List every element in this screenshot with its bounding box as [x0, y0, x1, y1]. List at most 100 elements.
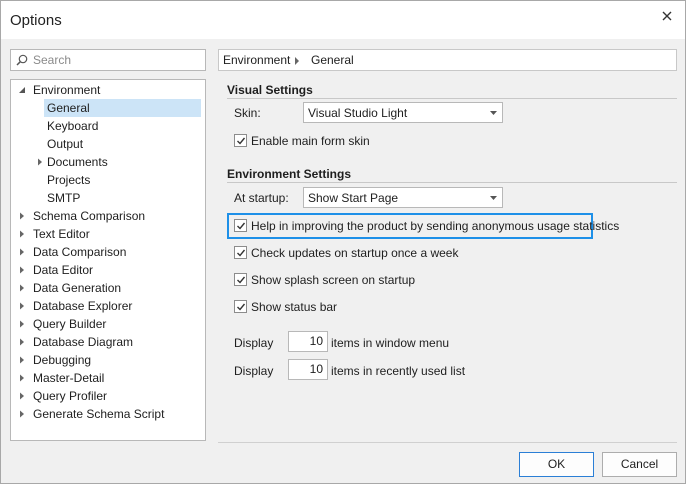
display-window-suffix: items in window menu — [331, 336, 450, 350]
chevron-down-icon — [490, 111, 497, 115]
window-menu-count-input[interactable]: 10 — [288, 331, 328, 352]
tree-item-general[interactable]: General — [44, 99, 201, 117]
tree-item-projects[interactable]: Projects — [44, 171, 194, 189]
checkbox-label: Enable main form skin — [251, 134, 370, 148]
tree-item-label: SMTP — [47, 191, 81, 205]
collapsed-arrow-icon — [20, 230, 24, 238]
usage-statistics-checkbox[interactable]: Help in improving the product by sending… — [234, 217, 619, 235]
chevron-down-icon — [490, 196, 497, 200]
skin-label: Skin: — [234, 106, 261, 120]
collapsed-arrow-icon — [20, 284, 24, 292]
tree-item-debugging[interactable]: Debugging — [18, 351, 198, 369]
breadcrumb: Environment General — [218, 49, 677, 71]
tree-item-label: Data Comparison — [33, 245, 127, 259]
tree-item-label: Generate Schema Script — [33, 407, 165, 421]
breadcrumb-separator-icon — [295, 57, 299, 65]
tree-item-data-generation[interactable]: Data Generation — [18, 279, 198, 297]
collapsed-arrow-icon — [20, 248, 24, 256]
tree-item-output[interactable]: Output — [44, 135, 194, 153]
search-icon — [16, 54, 28, 66]
checkbox-label: Check updates on startup once a week — [251, 246, 459, 260]
tree-item-environment[interactable]: Environment — [18, 81, 198, 99]
section-divider — [227, 98, 677, 99]
tree-item-generate-schema-script[interactable]: Generate Schema Script — [18, 405, 198, 423]
tree-item-label: Master-Detail — [33, 371, 105, 385]
display-window-label: Display — [234, 336, 274, 350]
collapsed-arrow-icon — [20, 320, 24, 328]
tree-item-label: Schema Comparison — [33, 209, 146, 223]
checkmark-icon — [237, 222, 246, 230]
close-icon — [662, 11, 672, 21]
collapsed-arrow-icon — [38, 158, 42, 166]
collapsed-arrow-icon — [20, 266, 24, 274]
tree-item-label: General — [44, 99, 201, 117]
tree-item-label: Text Editor — [33, 227, 90, 241]
collapsed-arrow-icon — [20, 410, 24, 418]
tree-item-label: Environment — [33, 83, 101, 97]
breadcrumb-root[interactable]: Environment — [223, 53, 290, 67]
tree-item-label: Data Editor — [33, 263, 94, 277]
visual-settings-title: Visual Settings — [227, 83, 313, 97]
tree-item-data-editor[interactable]: Data Editor — [18, 261, 198, 279]
tree-item-text-editor[interactable]: Text Editor — [18, 225, 198, 243]
status-bar-checkbox[interactable]: Show status bar — [234, 298, 484, 316]
tree-item-keyboard[interactable]: Keyboard — [44, 117, 194, 135]
checkbox-box[interactable] — [234, 246, 247, 259]
checkbox-box[interactable] — [234, 273, 247, 286]
startup-combo[interactable]: Show Start Page — [303, 187, 503, 208]
splash-screen-checkbox[interactable]: Show splash screen on startup — [234, 271, 484, 289]
tree-item-data-comparison[interactable]: Data Comparison — [18, 243, 198, 261]
tree-item-label: Debugging — [33, 353, 92, 367]
skin-value: Visual Studio Light — [308, 106, 408, 120]
collapsed-arrow-icon — [20, 374, 24, 382]
tree-item-database-explorer[interactable]: Database Explorer — [18, 297, 198, 315]
tree-item-label: Query Builder — [33, 317, 107, 331]
collapsed-arrow-icon — [20, 338, 24, 346]
section-divider — [227, 182, 677, 183]
collapsed-arrow-icon — [20, 392, 24, 400]
tree-item-smtp[interactable]: SMTP — [44, 189, 194, 207]
tree-item-documents[interactable]: Documents — [36, 153, 196, 171]
search-box[interactable] — [10, 49, 206, 71]
tree-item-query-profiler[interactable]: Query Profiler — [18, 387, 198, 405]
checkmark-icon — [237, 276, 246, 284]
checkmark-icon — [237, 137, 246, 145]
checkbox-box[interactable] — [234, 134, 247, 147]
display-recent-label: Display — [234, 364, 274, 378]
tree-item-label: Keyboard — [47, 119, 99, 133]
options-dialog: Options Environment General Keyboard Out… — [0, 0, 686, 484]
window-title: Options — [10, 12, 62, 29]
check-updates-checkbox[interactable]: Check updates on startup once a week — [234, 244, 484, 262]
checkbox-box[interactable] — [234, 300, 247, 313]
ok-button[interactable]: OK — [519, 452, 594, 477]
checkbox-label: Help in improving the product by sending… — [251, 219, 620, 233]
enable-skin-checkbox[interactable]: Enable main form skin — [234, 132, 434, 150]
environment-settings-title: Environment Settings — [227, 167, 352, 181]
tree-item-label: Database Explorer — [33, 299, 133, 313]
options-tree: Environment General Keyboard Output Docu… — [10, 79, 206, 441]
checkbox-label: Show status bar — [251, 300, 338, 314]
display-recent-suffix: items in recently used list — [331, 364, 466, 378]
tree-item-master-detail[interactable]: Master-Detail — [18, 369, 198, 387]
tree-item-database-diagram[interactable]: Database Diagram — [18, 333, 198, 351]
breadcrumb-current: General — [311, 53, 354, 67]
checkbox-box[interactable] — [234, 219, 247, 232]
tree-item-label: Projects — [47, 173, 91, 187]
search-input[interactable] — [33, 52, 201, 68]
tree-item-label: Output — [47, 137, 84, 151]
footer-divider — [218, 442, 677, 443]
tree-item-label: Database Diagram — [33, 335, 134, 349]
tree-item-schema-comparison[interactable]: Schema Comparison — [18, 207, 198, 225]
collapsed-arrow-icon — [20, 356, 24, 364]
collapsed-arrow-icon — [20, 302, 24, 310]
tree-item-label: Data Generation — [33, 281, 122, 295]
tree-item-label: Documents — [47, 155, 108, 169]
checkbox-label: Show splash screen on startup — [251, 273, 416, 287]
recent-list-count-input[interactable]: 10 — [288, 359, 328, 380]
startup-label: At startup: — [234, 191, 289, 205]
cancel-button[interactable]: Cancel — [602, 452, 677, 477]
close-button[interactable] — [653, 5, 681, 27]
tree-item-query-builder[interactable]: Query Builder — [18, 315, 198, 333]
startup-value: Show Start Page — [308, 191, 399, 205]
skin-combo[interactable]: Visual Studio Light — [303, 102, 503, 123]
